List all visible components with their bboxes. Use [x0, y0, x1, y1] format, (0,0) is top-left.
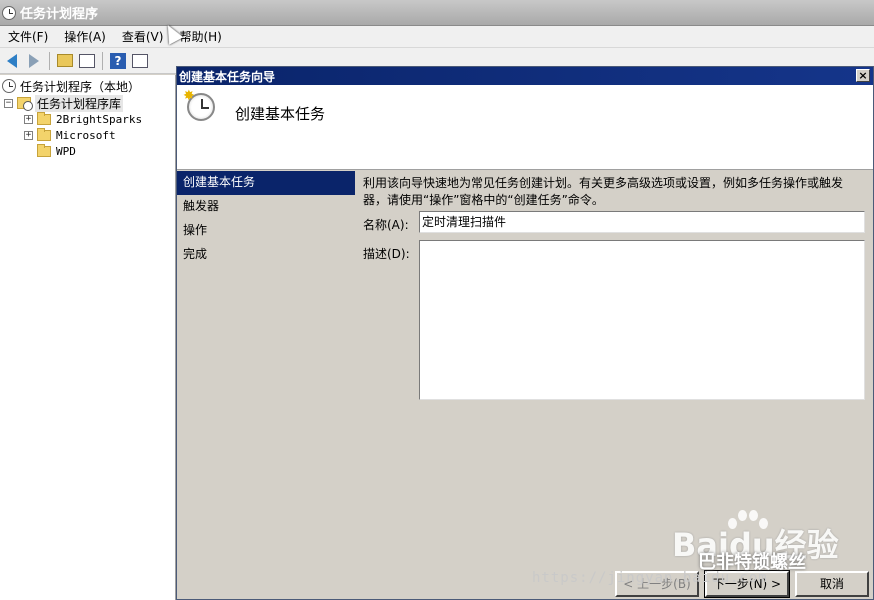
watermark-author: 巴非特锁螺丝 — [698, 552, 806, 573]
name-label: 名称(A): — [363, 218, 409, 232]
folder-icon — [37, 111, 51, 125]
expand-icon[interactable]: + — [24, 114, 33, 124]
window-title: 任务计划程序 — [20, 7, 99, 22]
forward-arrow-icon — [29, 53, 39, 68]
collapse-icon[interactable]: − — [4, 98, 13, 108]
window-title-bar: 任务计划程序 — [0, 0, 874, 26]
tree-root-label: 任务计划程序（本地） — [20, 79, 141, 94]
back-arrow-icon — [7, 53, 17, 68]
folder-up-icon — [57, 54, 73, 67]
tree-folder[interactable]: + 2BrightSparks — [24, 111, 142, 127]
action-pane-icon — [132, 53, 148, 68]
sparkle-icon: ✸ — [183, 88, 195, 104]
back-button[interactable] — [2, 51, 22, 71]
help-button[interactable]: ? — [108, 51, 128, 71]
wizard-content: 利用该向导快速地为常见任务创建计划。有关更多高级选项或设置，例如多任务操作或触发… — [363, 171, 868, 400]
menu-bar: 文件(F) 操作(A) 查看(V) 帮助(H) — [0, 26, 874, 48]
tree-root[interactable]: 任务计划程序（本地） — [2, 78, 140, 94]
wizard-intro-text: 利用该向导快速地为常见任务创建计划。有关更多高级选项或设置，例如多任务操作或触发… — [363, 176, 844, 207]
step-create-basic-task: 创建基本任务 — [177, 171, 355, 195]
wizard-header: ✸ 创建基本任务 — [177, 85, 873, 170]
dialog-title-bar: 创建基本任务向导 × — [177, 67, 873, 85]
help-icon: ? — [110, 52, 126, 69]
forward-button[interactable] — [24, 51, 44, 71]
tree-library[interactable]: − 任务计划程序库 — [4, 94, 124, 112]
wizard-steps: 创建基本任务 触发器 操作 完成 — [177, 171, 355, 599]
task-description-input[interactable] — [419, 240, 865, 400]
tree-folder-label: Microsoft — [56, 128, 116, 142]
console-tree: 任务计划程序（本地） − 任务计划程序库 + 2BrightSparks + M… — [0, 75, 176, 600]
close-icon[interactable]: × — [856, 69, 870, 82]
toolbar-separator — [49, 51, 50, 70]
show-hide-tree-button[interactable] — [77, 51, 97, 71]
tree-folder-label: 2BrightSparks — [56, 112, 143, 126]
dialog-title: 创建基本任务向导 — [179, 69, 276, 84]
menu-action[interactable]: 操作(A) — [56, 28, 114, 45]
tree-folder[interactable]: WPD — [37, 143, 76, 159]
step-finish: 完成 — [183, 247, 208, 261]
action-pane-button[interactable] — [130, 51, 150, 71]
wizard-header-title: 创建基本任务 — [235, 105, 326, 123]
tree-folder-label: WPD — [56, 144, 76, 158]
console-tree-icon — [79, 53, 95, 68]
menu-file[interactable]: 文件(F) — [0, 28, 56, 45]
folder-icon — [37, 127, 51, 141]
library-folder-icon — [17, 97, 33, 111]
tree-library-label: 任务计划程序库 — [35, 94, 124, 112]
expand-icon[interactable]: + — [24, 130, 33, 140]
description-label: 描述(D): — [363, 247, 410, 261]
clock-icon — [2, 79, 16, 93]
step-trigger: 触发器 — [183, 199, 220, 213]
tree-folder[interactable]: + Microsoft — [24, 127, 116, 143]
folder-icon — [37, 143, 51, 157]
step-action: 操作 — [183, 223, 208, 237]
toolbar-separator — [102, 51, 103, 70]
clock-icon — [2, 5, 16, 20]
task-name-input[interactable]: 定时清理扫描件 — [419, 211, 865, 233]
up-folder-button[interactable] — [55, 51, 75, 71]
cancel-button[interactable]: 取消 — [795, 571, 869, 597]
